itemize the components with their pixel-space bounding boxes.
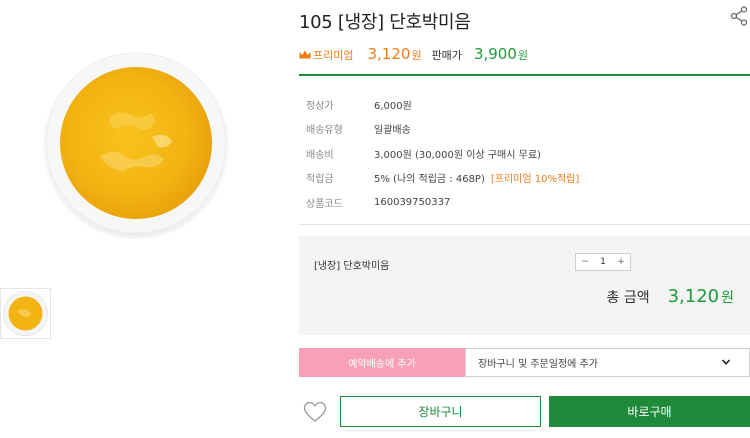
premium-label: 프리미엄 [313, 49, 354, 62]
sale-price-label: 판매가 [431, 49, 462, 62]
pumpkin-porridge-bowl-icon [41, 49, 231, 239]
detail-row-points: 적립금 5% (나의 적립금 : 468P) [프리미엄 10%적립] [306, 174, 580, 186]
total-label: 총 금액 [606, 290, 650, 306]
quantity-increase-button[interactable]: + [612, 257, 630, 267]
total-amount: 총 금액 3,120 원 [606, 286, 734, 307]
detail-row-shipping-fee: 배송비 3,000원 (30,000원 이상 구매시 무료) [306, 149, 541, 161]
price-row: 프리미엄 3,120원 판매가 3,900원 [299, 44, 528, 64]
selected-option-box: [냉장] 단호박미음 − 1 + 총 금액 3,120 원 [299, 236, 750, 335]
add-to-cart-select-value: 장바구니 및 주문일정에 추가 [478, 359, 598, 370]
sale-price: 3,900원 [473, 45, 529, 63]
quantity-value[interactable]: 1 [594, 257, 612, 267]
reserve-delivery-button[interactable]: 예약배송에 추가 [299, 348, 465, 377]
crown-icon [299, 44, 311, 59]
detail-row-regular-price: 정상가 6,000원 [306, 100, 412, 112]
buy-now-button[interactable]: 바로구매 [549, 396, 750, 427]
add-to-cart-select[interactable]: 장바구니 및 주문일정에 추가 [465, 348, 750, 377]
heart-icon[interactable] [303, 401, 327, 423]
premium-points-note: [프리미엄 10%적립] [490, 174, 580, 186]
pumpkin-porridge-thumbnail-icon [3, 291, 48, 336]
option-name: [냉장] 단호박미음 [314, 261, 390, 272]
product-main-image [40, 47, 232, 239]
premium-price: 3,120원 [367, 45, 422, 63]
product-thumbnail[interactable] [0, 288, 51, 339]
chevron-down-icon [721, 357, 731, 367]
detail-row-shipping-type: 배송유형 일괄배송 [306, 125, 411, 137]
total-unit: 원 [721, 290, 734, 306]
detail-row-product-code: 상품코드 160039750337 [306, 196, 451, 210]
quantity-decrease-button[interactable]: − [576, 257, 594, 267]
divider [299, 224, 750, 225]
add-to-cart-button[interactable]: 장바구니 [340, 396, 541, 427]
divider-green [299, 74, 750, 76]
product-title: 105 [냉장] 단호박미음 [299, 12, 471, 33]
share-icon[interactable] [730, 6, 748, 26]
total-price: 3,120 [667, 286, 720, 307]
quantity-stepper[interactable]: − 1 + [575, 253, 631, 271]
product-details: 정상가 6,000원 배송유형 일괄배송 배송비 3,000원 (30,000원… [306, 92, 746, 215]
